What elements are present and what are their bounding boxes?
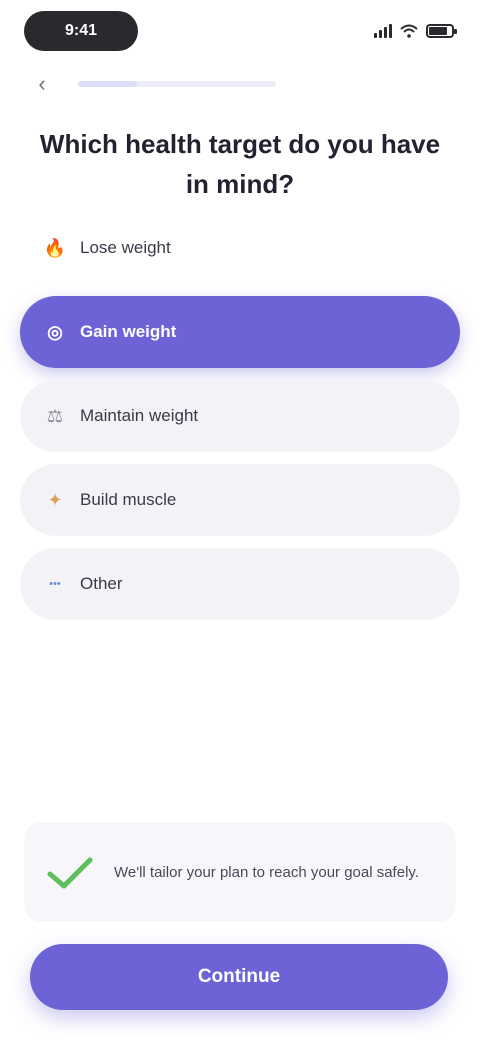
- battery-icon: [426, 24, 457, 38]
- status-bar: 9:41: [0, 0, 480, 62]
- option-maintain-weight[interactable]: ⚖ Maintain weight: [20, 380, 460, 452]
- scale-icon: ⚖: [46, 405, 64, 426]
- dots-icon: •••: [49, 578, 61, 590]
- tip-card: We'll tailor your plan to reach your goa…: [24, 822, 456, 922]
- option-label: Lose weight: [80, 238, 171, 257]
- progress-fill: [78, 81, 138, 87]
- page-title: Which health target do you have in mind?: [39, 129, 441, 199]
- options-list: 🔥 Lose weight ◎ Gain weight ⚖ Maintain weight…: [20, 212, 460, 632]
- wifi-icon: [400, 24, 418, 38]
- option-gain-weight[interactable]: ◎ Gain weight: [20, 296, 460, 368]
- status-icons: [374, 24, 457, 38]
- option-build-muscle[interactable]: ✦ Build muscle: [20, 464, 460, 536]
- flame-icon: 🔥: [43, 237, 67, 258]
- option-lose-weight[interactable]: 🔥 Lose weight: [20, 212, 460, 284]
- option-label: Gain weight: [80, 322, 177, 341]
- continue-button[interactable]: Continue: [30, 944, 448, 1010]
- nav-row: ‹: [0, 62, 480, 106]
- chevron-left-icon[interactable]: ‹: [24, 66, 60, 102]
- muscle-icon: ✦: [47, 489, 63, 510]
- option-label: Maintain weight: [80, 406, 199, 425]
- target-icon: ◎: [47, 321, 63, 342]
- option-label: Build muscle: [80, 490, 177, 509]
- tip-text: We'll tailor your plan to reach your goa…: [114, 863, 419, 881]
- status-time: 9:41: [24, 11, 138, 51]
- option-label: Other: [80, 574, 123, 593]
- checkmark-icon: [47, 857, 93, 889]
- signal-icon: [374, 24, 392, 38]
- option-other[interactable]: ••• Other: [20, 548, 460, 620]
- progress-bar: [78, 81, 276, 87]
